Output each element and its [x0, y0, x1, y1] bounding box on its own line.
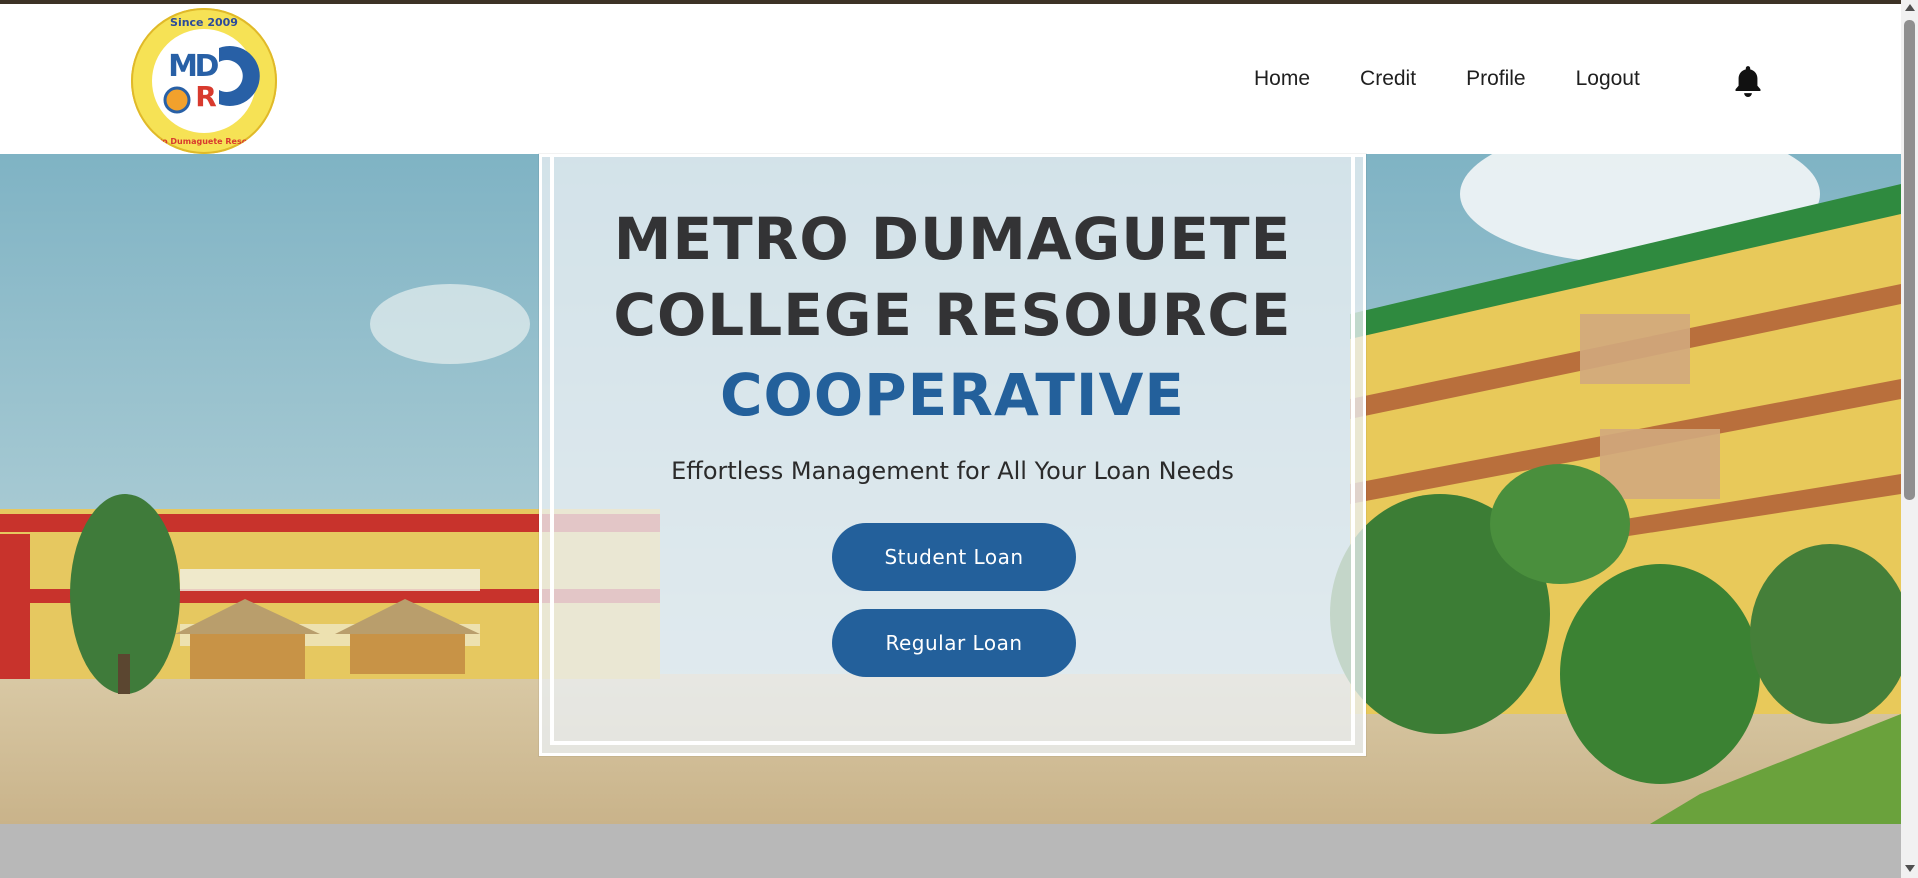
- regular-loan-button[interactable]: Regular Loan: [832, 609, 1076, 677]
- vertical-scrollbar[interactable]: [1901, 0, 1918, 878]
- page-footer-band: [0, 824, 1901, 878]
- svg-text:Metro Dumaguete Resource: Metro Dumaguete Resource: [141, 137, 268, 146]
- scroll-down-arrow-icon[interactable]: [1905, 865, 1915, 872]
- cooperative-logo[interactable]: Since 2009 M D R Metro Dumaguete Resourc…: [131, 8, 277, 154]
- nav-credit-link[interactable]: Credit: [1360, 67, 1416, 91]
- hero-title-line-2: COLLEGE RESOURCE: [613, 281, 1292, 349]
- svg-text:D: D: [195, 49, 220, 84]
- student-loan-button[interactable]: Student Loan: [832, 523, 1076, 591]
- nav-home-link[interactable]: Home: [1254, 67, 1310, 91]
- scroll-up-arrow-icon[interactable]: [1905, 4, 1915, 11]
- main-nav: Home Credit Profile Logout: [1254, 67, 1690, 91]
- nav-profile-link[interactable]: Profile: [1466, 67, 1526, 91]
- hero-title-line-3: COOPERATIVE: [719, 361, 1185, 429]
- bell-icon[interactable]: [1731, 64, 1765, 100]
- hero-card: METRO DUMAGUETE COLLEGE RESOURCE COOPERA…: [539, 154, 1366, 756]
- svg-text:Since 2009: Since 2009: [170, 16, 238, 29]
- hero-title-line-1: METRO DUMAGUETE: [613, 205, 1292, 273]
- hero-subtitle: Effortless Management for All Your Loan …: [671, 457, 1234, 485]
- svg-text:R: R: [195, 80, 217, 113]
- nav-logout-link[interactable]: Logout: [1576, 67, 1640, 91]
- svg-text:M: M: [168, 49, 198, 84]
- scrollbar-thumb[interactable]: [1904, 20, 1915, 500]
- site-header: Since 2009 M D R Metro Dumaguete Resourc…: [0, 4, 1901, 154]
